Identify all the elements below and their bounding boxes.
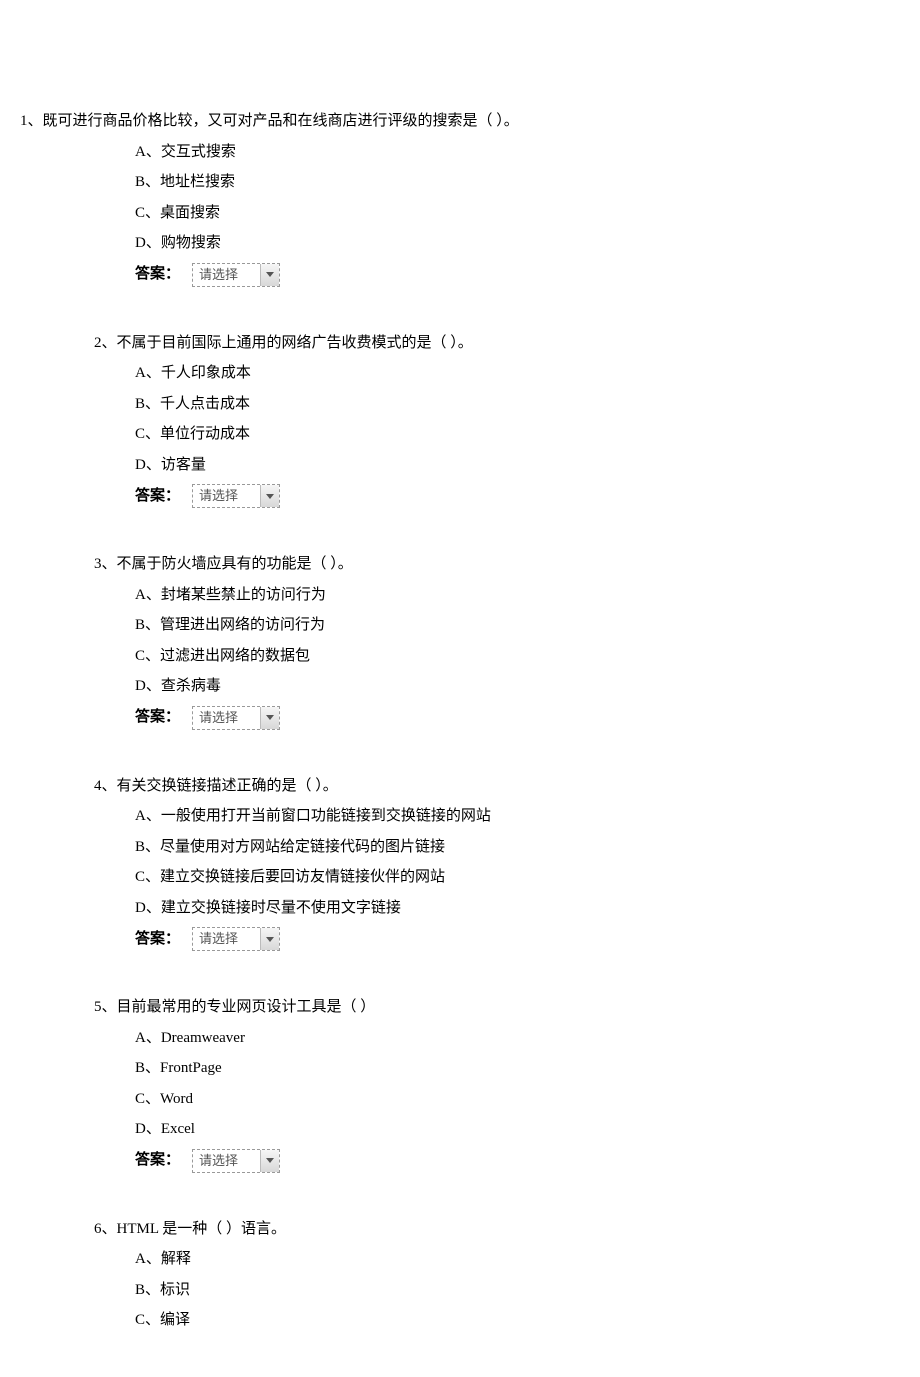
- chevron-down-icon: [260, 485, 279, 507]
- question-body: 不属于防火墙应具有的功能是（ ）。: [117, 556, 353, 572]
- select-placeholder: 请选择: [193, 928, 260, 950]
- option-b: B、千人点击成本: [135, 393, 900, 416]
- answer-row: 答案： 请选择: [20, 263, 900, 287]
- chevron-down-icon: [260, 264, 279, 286]
- question-block: 2、不属于目前国际上通用的网络广告收费模式的是（ ）。 A、千人印象成本 B、千…: [20, 332, 900, 509]
- question-block: 4、有关交换链接描述正确的是（ ）。 A、一般使用打开当前窗口功能链接到交换链接…: [20, 775, 900, 952]
- option-b: B、管理进出网络的访问行为: [135, 614, 900, 637]
- option-a: A、解释: [135, 1248, 900, 1271]
- options-list: A、千人印象成本 B、千人点击成本 C、单位行动成本 D、访客量: [20, 362, 900, 476]
- answer-label: 答案：: [135, 263, 180, 286]
- option-a: A、封堵某些禁止的访问行为: [135, 584, 900, 607]
- answer-row: 答案： 请选择: [20, 927, 900, 951]
- option-a: A、千人印象成本: [135, 362, 900, 385]
- option-d: D、建立交换链接时尽量不使用文字链接: [135, 897, 900, 920]
- answer-row: 答案： 请选择: [20, 1149, 900, 1173]
- question-block: 1、既可进行商品价格比较，又可对产品和在线商店进行评级的搜索是（ ）。 A、交互…: [20, 110, 900, 287]
- options-list: A、一般使用打开当前窗口功能链接到交换链接的网站 B、尽量使用对方网站给定链接代…: [20, 805, 900, 919]
- question-number: 3、: [94, 556, 117, 572]
- answer-select[interactable]: 请选择: [192, 263, 280, 287]
- question-text: 2、不属于目前国际上通用的网络广告收费模式的是（ ）。: [20, 332, 900, 355]
- question-block: 6、HTML 是一种（ ）语言。 A、解释 B、标识 C、编译: [20, 1218, 900, 1332]
- option-d: D、购物搜索: [135, 232, 900, 255]
- question-text: 3、不属于防火墙应具有的功能是（ ）。: [20, 553, 900, 576]
- answer-select[interactable]: 请选择: [192, 706, 280, 730]
- question-block: 5、目前最常用的专业网页设计工具是（ ） A、Dreamweaver B、Fro…: [20, 996, 900, 1173]
- question-body: 不属于目前国际上通用的网络广告收费模式的是（ ）。: [117, 335, 473, 351]
- option-a: A、一般使用打开当前窗口功能链接到交换链接的网站: [135, 805, 900, 828]
- chevron-down-icon: [260, 1150, 279, 1172]
- answer-label: 答案：: [135, 706, 180, 729]
- chevron-down-icon: [260, 707, 279, 729]
- answer-row: 答案： 请选择: [20, 484, 900, 508]
- option-d: D、查杀病毒: [135, 675, 900, 698]
- question-text: 4、有关交换链接描述正确的是（ ）。: [20, 775, 900, 798]
- question-body: 既可进行商品价格比较，又可对产品和在线商店进行评级的搜索是（ ）。: [43, 113, 519, 129]
- question-number: 6、: [94, 1221, 117, 1237]
- question-body: HTML 是一种（ ）语言。: [117, 1221, 286, 1237]
- answer-label: 答案：: [135, 485, 180, 508]
- options-list: A、解释 B、标识 C、编译: [20, 1248, 900, 1332]
- option-c: C、桌面搜索: [135, 202, 900, 225]
- select-placeholder: 请选择: [193, 1150, 260, 1172]
- option-c: C、过滤进出网络的数据包: [135, 645, 900, 668]
- options-list: A、交互式搜索 B、地址栏搜索 C、桌面搜索 D、购物搜索: [20, 141, 900, 255]
- question-text: 1、既可进行商品价格比较，又可对产品和在线商店进行评级的搜索是（ ）。: [20, 110, 900, 133]
- answer-select[interactable]: 请选择: [192, 1149, 280, 1173]
- answer-row: 答案： 请选择: [20, 706, 900, 730]
- question-number: 5、: [94, 999, 117, 1015]
- option-b: B、标识: [135, 1279, 900, 1302]
- option-b: B、地址栏搜索: [135, 171, 900, 194]
- page-content: 1、既可进行商品价格比较，又可对产品和在线商店进行评级的搜索是（ ）。 A、交互…: [0, 0, 920, 1332]
- answer-label: 答案：: [135, 1149, 180, 1172]
- select-placeholder: 请选择: [193, 707, 260, 729]
- option-a: A、交互式搜索: [135, 141, 900, 164]
- answer-label: 答案：: [135, 928, 180, 951]
- option-b: B、尽量使用对方网站给定链接代码的图片链接: [135, 836, 900, 859]
- option-c: C、编译: [135, 1309, 900, 1332]
- question-number: 1、: [20, 113, 43, 129]
- option-d: D、Excel: [135, 1118, 900, 1141]
- option-a: A、Dreamweaver: [135, 1027, 900, 1050]
- options-list: A、封堵某些禁止的访问行为 B、管理进出网络的访问行为 C、过滤进出网络的数据包…: [20, 584, 900, 698]
- question-text: 6、HTML 是一种（ ）语言。: [20, 1218, 900, 1241]
- option-d: D、访客量: [135, 454, 900, 477]
- option-c: C、Word: [135, 1088, 900, 1111]
- select-placeholder: 请选择: [193, 485, 260, 507]
- question-number: 4、: [94, 778, 117, 794]
- question-body: 目前最常用的专业网页设计工具是（ ）: [117, 999, 376, 1015]
- option-b: B、FrontPage: [135, 1057, 900, 1080]
- answer-select[interactable]: 请选择: [192, 484, 280, 508]
- question-text: 5、目前最常用的专业网页设计工具是（ ）: [20, 996, 900, 1019]
- options-list: A、Dreamweaver B、FrontPage C、Word D、Excel: [20, 1027, 900, 1141]
- option-c: C、建立交换链接后要回访友情链接伙伴的网站: [135, 866, 900, 889]
- chevron-down-icon: [260, 928, 279, 950]
- option-c: C、单位行动成本: [135, 423, 900, 446]
- question-block: 3、不属于防火墙应具有的功能是（ ）。 A、封堵某些禁止的访问行为 B、管理进出…: [20, 553, 900, 730]
- select-placeholder: 请选择: [193, 264, 260, 286]
- question-number: 2、: [94, 335, 117, 351]
- answer-select[interactable]: 请选择: [192, 927, 280, 951]
- question-body: 有关交换链接描述正确的是（ ）。: [117, 778, 338, 794]
